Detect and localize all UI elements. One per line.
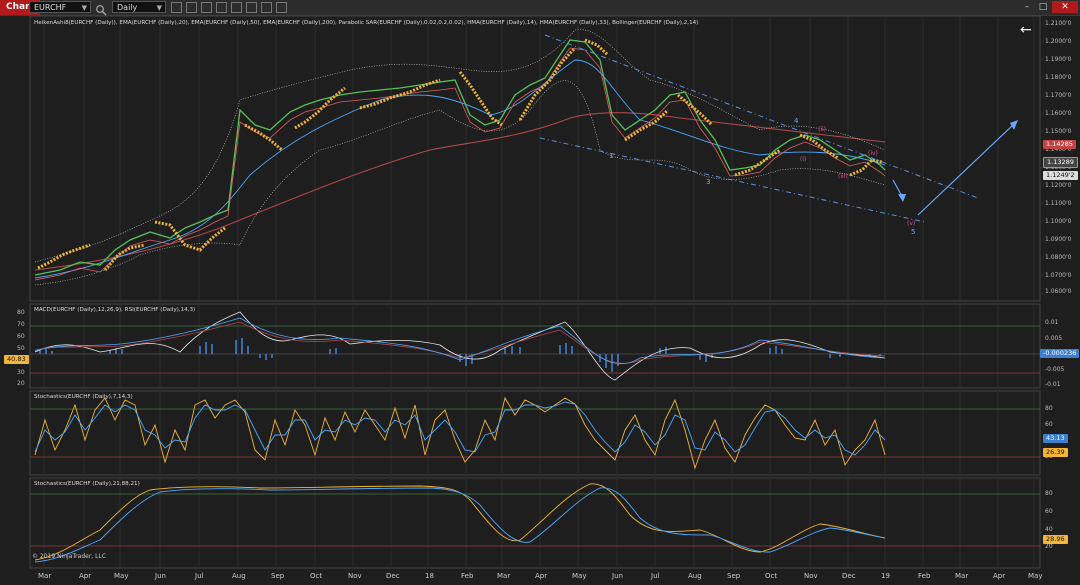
price-tick: 1.1700'0 [1045, 92, 1072, 99]
stoch1-panel-label: Stochastics(EURCHF (Daily),7,14,3) [34, 394, 133, 400]
x-tick: Nov [348, 572, 362, 580]
price-tick: 1.1900'0 [1045, 56, 1072, 63]
stoch1-tick: 60 [1045, 421, 1053, 428]
rsi-tick: 30 [17, 369, 25, 376]
stoch2-panel [29, 477, 1041, 569]
x-tick: Jun [155, 572, 166, 580]
rsi-tick: 70 [17, 321, 25, 328]
price-tick: 1.0800'0 [1045, 254, 1072, 261]
x-tick: Apr [993, 572, 1006, 580]
chart-canvas[interactable] [0, 0, 1080, 585]
price-tick: 1.1200'0 [1045, 182, 1072, 189]
x-tick: Apr [535, 572, 548, 580]
stoch2-tick: 80 [1045, 490, 1053, 497]
x-tick: Jun [612, 572, 623, 580]
stoch2-badge: 28.96 [1043, 535, 1068, 544]
price-badge-last: 1.1249'2 [1043, 171, 1078, 180]
price-panel-label: HeikenAshi8(EURCHF (Daily)), EMA(EURCHF … [34, 20, 699, 26]
wave-label-3: 3 [706, 178, 711, 186]
x-tick: Mar [38, 572, 52, 580]
x-tick: 19 [881, 572, 890, 580]
stoch2-panel-label: Stochastics(EURCHF (Daily),21,88,21) [34, 481, 140, 487]
x-tick: Oct [765, 572, 778, 580]
wave-label-v: (v) [907, 220, 916, 227]
rsi-badge: 40.83 [4, 355, 29, 364]
x-tick: Dec [386, 572, 400, 580]
x-tick: 18 [425, 572, 434, 580]
wave-label-iii: (iii) [838, 173, 848, 180]
macd-badge: -0.000236 [1040, 349, 1080, 358]
macd-tick: -0.005 [1045, 366, 1065, 373]
wave-label-i: (i) [800, 156, 807, 163]
price-tick: 1.1100'0 [1045, 200, 1072, 207]
stoch1-k-badge: 26.39 [1043, 448, 1068, 457]
macd-panel-label: MACD(EURCHF (Daily),12,26,9), RSI(EURCHF… [34, 307, 196, 313]
rsi-tick: 80 [17, 309, 25, 316]
rsi-tick: 20 [17, 380, 25, 387]
x-tick: May [572, 572, 587, 580]
price-badge-mid: 1.13289 [1043, 157, 1078, 168]
macd-tick: 0.01 [1045, 319, 1059, 326]
x-tick: Aug [232, 572, 246, 580]
x-tick: Jul [195, 572, 204, 580]
x-tick: Feb [461, 572, 474, 580]
back-arrow-icon[interactable]: ← [1020, 22, 1032, 38]
x-tick: Apr [79, 572, 92, 580]
x-tick: Nov [804, 572, 818, 580]
price-badge-upper: 1.14285 [1043, 140, 1076, 149]
x-tick: May [114, 572, 129, 580]
price-tick: 1.0900'0 [1045, 236, 1072, 243]
x-tick: May [1028, 572, 1043, 580]
price-tick: 1.2000'0 [1045, 38, 1072, 45]
price-tick: 1.2100'0 [1045, 20, 1072, 27]
x-tick: Sep [727, 572, 741, 580]
stoch2-tick: 40 [1045, 526, 1053, 533]
wave-label-4: 4 [794, 117, 799, 125]
price-tick: 1.1800'0 [1045, 74, 1072, 81]
wave-label-iv: (iv) [868, 150, 878, 157]
x-tick: Oct [310, 572, 323, 580]
macd-tick: -0.01 [1045, 381, 1061, 388]
rsi-tick: 50 [17, 345, 25, 352]
stoch2-tick: 60 [1045, 508, 1053, 515]
x-tick: Feb [918, 572, 931, 580]
x-tick: Aug [688, 572, 702, 580]
price-tick: 1.0700'0 [1045, 272, 1072, 279]
x-tick: Dec [842, 572, 856, 580]
macd-tick: 0.005 [1045, 335, 1063, 342]
rsi-tick: 60 [17, 333, 25, 340]
macd-panel [29, 303, 1041, 389]
stoch1-tick: 80 [1045, 405, 1053, 412]
stoch2-tick: 20 [1045, 543, 1053, 550]
wave-label-ii: (ii) [818, 126, 827, 133]
price-panel [29, 15, 1041, 302]
stoch1-d-badge: 43.13 [1043, 434, 1068, 443]
x-tick: Mar [497, 572, 511, 580]
x-tick: Mar [955, 572, 969, 580]
stoch1-panel [29, 390, 1041, 476]
price-tick: 1.1000'0 [1045, 218, 1072, 225]
price-tick: 1.1500'0 [1045, 128, 1072, 135]
copyright-text: © 2019 NinjaTrader, LLC [32, 553, 106, 560]
wave-label-1: 1 [609, 152, 614, 160]
x-tick: Jul [651, 572, 660, 580]
price-tick: 1.1600'0 [1045, 110, 1072, 117]
wave-label-5: 5 [911, 228, 916, 236]
price-tick: 1.0600'0 [1045, 288, 1072, 295]
x-tick: Sep [271, 572, 285, 580]
